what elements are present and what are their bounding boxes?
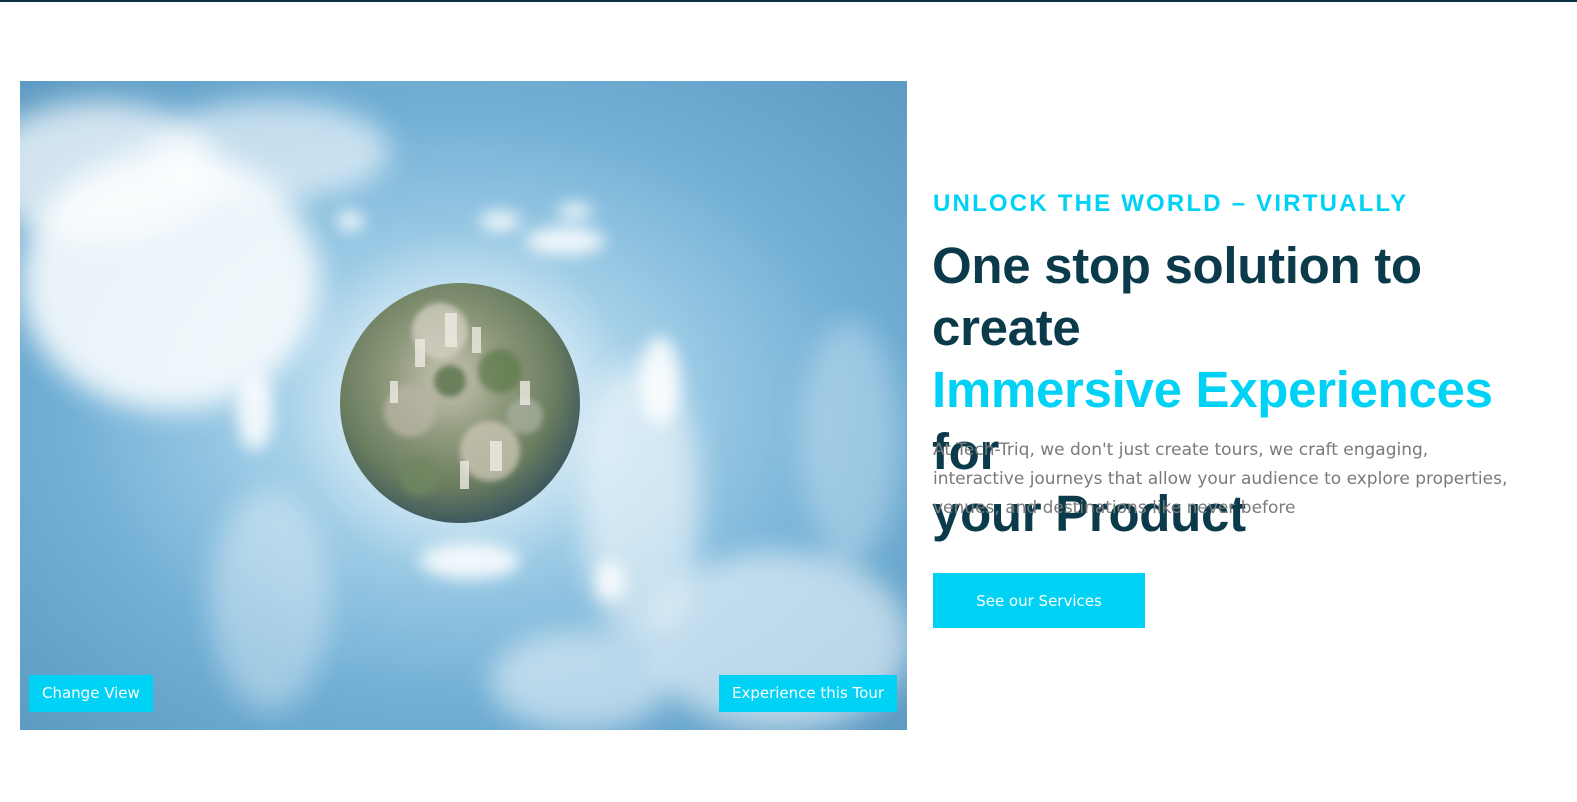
see-services-button[interactable]: See our Services — [933, 573, 1145, 628]
little-planet-image — [20, 81, 907, 730]
top-border — [0, 0, 1577, 2]
change-view-button[interactable]: Change View — [29, 675, 153, 712]
headline-line1: One stop solution to create — [932, 237, 1422, 356]
tour-preview[interactable]: Change View Experience this Tour — [20, 81, 907, 730]
hero-eyebrow: UNLOCK THE WORLD – VIRTUALLY — [933, 190, 1409, 217]
experience-tour-button[interactable]: Experience this Tour — [718, 675, 897, 712]
hero-description: At Tech-Triq, we don't just create tours… — [933, 440, 1508, 518]
headline-accent: Immersive Experiences — [932, 361, 1493, 418]
